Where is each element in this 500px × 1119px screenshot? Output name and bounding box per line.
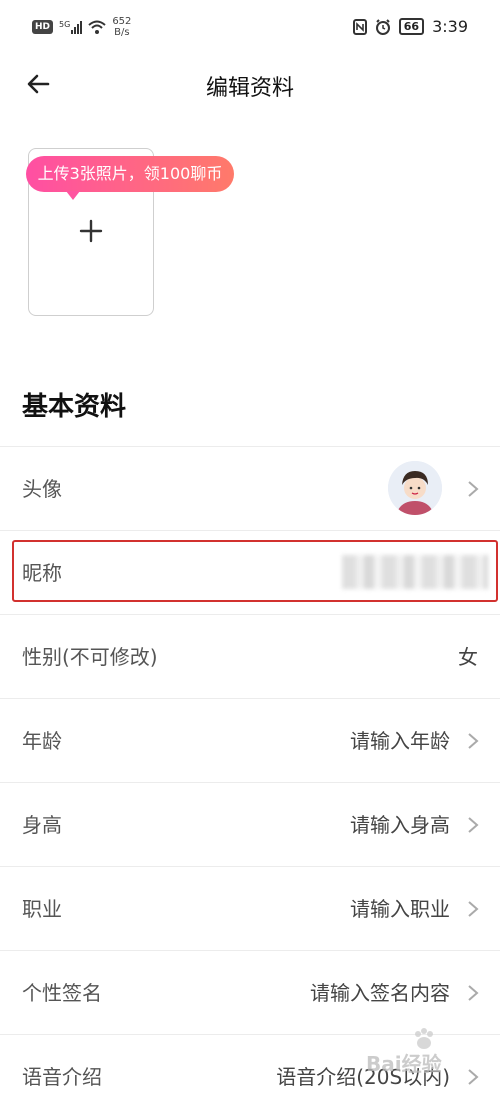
page-title: 编辑资料	[205, 76, 294, 101]
field-label: 职业	[22, 897, 62, 921]
chevron-right-icon	[468, 733, 479, 749]
field-value: 女	[458, 645, 478, 669]
signal-icon: 5G	[59, 20, 83, 34]
field-label: 身高	[22, 813, 62, 837]
field-label: 头像	[22, 477, 62, 501]
field-label: 性别(不可修改)	[22, 645, 158, 669]
row-height[interactable]: 身高 请输入身高	[0, 782, 500, 866]
row-age[interactable]: 年龄 请输入年龄	[0, 698, 500, 782]
field-label: 昵称	[22, 561, 62, 585]
status-bar: HD 5G 652 B/s 66 3:39	[0, 0, 500, 56]
row-gender: 性别(不可修改) 女	[0, 614, 500, 698]
field-value: 请输入年龄	[350, 729, 450, 753]
field-label: 语音介绍	[22, 1065, 102, 1089]
speed-value: 652	[112, 16, 132, 27]
section-heading: 基本资料	[22, 392, 127, 422]
avatar[interactable]	[388, 461, 442, 515]
chevron-right-icon	[468, 817, 479, 833]
tooltip-arrow	[66, 191, 80, 200]
wifi-icon	[88, 20, 106, 34]
avatar-illustration	[388, 461, 442, 515]
nickname-value-blurred	[342, 555, 488, 589]
chevron-right-icon	[468, 481, 479, 497]
speed-unit: B/s	[114, 27, 130, 38]
field-value: 请输入身高	[350, 813, 450, 837]
nav-bar: 编辑资料	[0, 56, 500, 112]
field-label: 年龄	[22, 729, 62, 753]
battery-indicator: 66	[398, 18, 425, 35]
network-speed: 652 B/s	[112, 16, 131, 38]
chevron-right-icon	[468, 985, 479, 1001]
alarm-icon	[375, 18, 390, 35]
row-occupation[interactable]: 职业 请输入职业	[0, 866, 500, 950]
back-arrow-icon[interactable]	[24, 68, 56, 100]
row-avatar[interactable]: 头像	[0, 446, 500, 530]
hd-badge: HD	[32, 20, 54, 34]
clock: 3:39	[432, 17, 468, 36]
nfc-icon	[352, 18, 367, 35]
watermark-text: Bai经验	[366, 1052, 442, 1076]
upload-reward-tooltip: 上传3张照片，领100聊币	[26, 156, 234, 192]
field-label: 个性签名	[22, 981, 102, 1005]
plus-icon[interactable]	[79, 219, 103, 243]
chevron-right-icon	[468, 901, 479, 917]
field-value: 请输入职业	[350, 897, 450, 921]
watermark: Bai经验	[366, 1022, 486, 1082]
row-nickname[interactable]: 昵称	[0, 530, 500, 614]
network-label: 5G	[59, 20, 71, 29]
